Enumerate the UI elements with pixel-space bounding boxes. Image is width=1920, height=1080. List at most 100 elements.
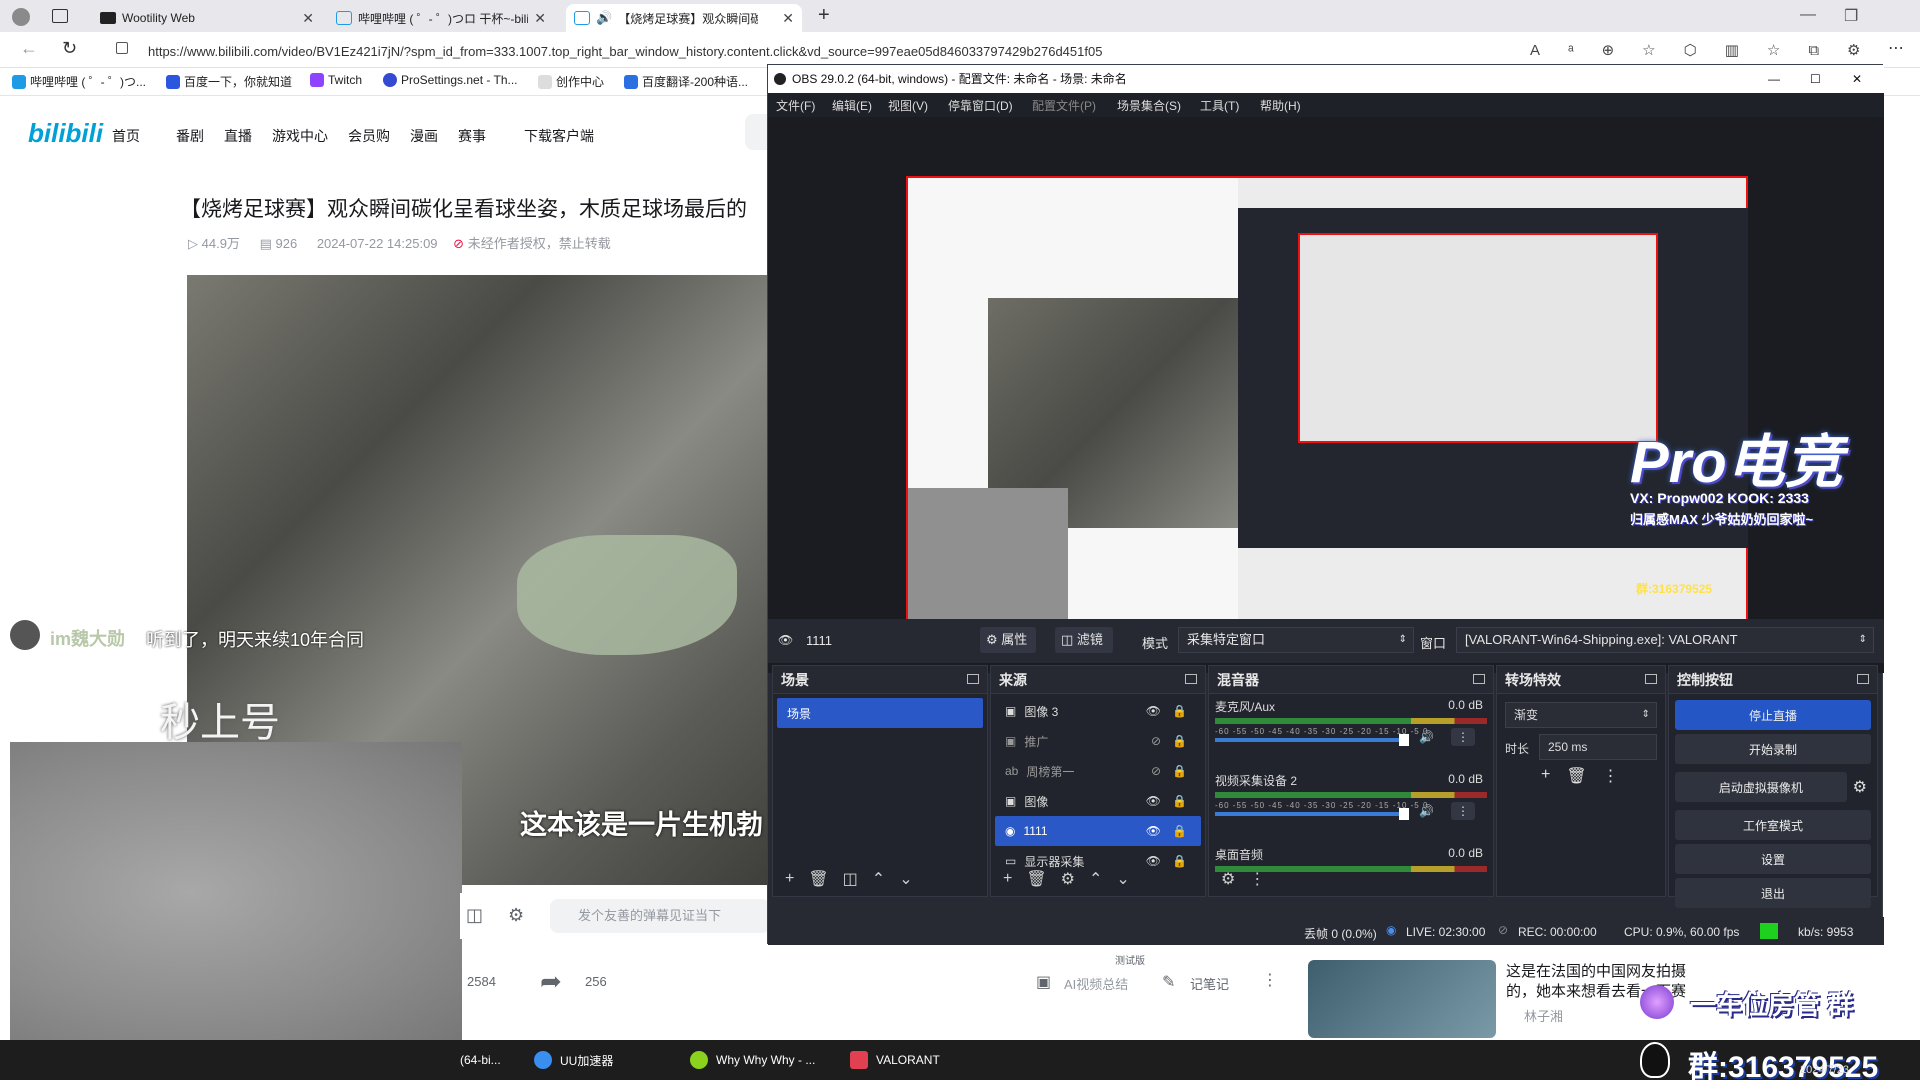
- lock-icon[interactable]: 🔒: [1172, 704, 1187, 718]
- mixer-settings-icon[interactable]: ⚙: [1221, 869, 1235, 889]
- lock-icon[interactable]: 🔒: [1172, 764, 1187, 778]
- scene-item[interactable]: 场景: [777, 698, 983, 728]
- undock-icon[interactable]: [1185, 674, 1197, 684]
- bookmark-twitch[interactable]: Twitch: [310, 73, 362, 87]
- visibility-eye-icon[interactable]: 👁: [1146, 824, 1161, 838]
- source-item[interactable]: ▣ 图像 3 👁 🔒: [995, 696, 1201, 726]
- start-virtual-camera-button[interactable]: 启动虚拟摄像机: [1675, 772, 1847, 802]
- tab-actions-icon[interactable]: [52, 9, 68, 23]
- scene-filters-icon[interactable]: ◫: [843, 869, 858, 889]
- tab-bilibili-home[interactable]: 哔哩哔哩 ( ゜- ゜)つロ 干杯~-bilil ✕: [328, 4, 554, 32]
- recommended-thumbnail[interactable]: [1308, 960, 1496, 1038]
- close-tab-icon[interactable]: ✕: [782, 10, 794, 27]
- add-source-icon[interactable]: +: [1003, 870, 1012, 888]
- taskbar-music[interactable]: Why Why Why - ...: [682, 1040, 823, 1080]
- site-info-icon[interactable]: [116, 42, 128, 54]
- remove-transition-icon[interactable]: 🗑: [1566, 766, 1586, 786]
- bookmark-creator-center[interactable]: 创作中心: [538, 73, 604, 90]
- coin-count[interactable]: 2584: [467, 974, 496, 989]
- remove-scene-icon[interactable]: 🗑: [808, 869, 828, 889]
- filters-button[interactable]: ◫ 滤镜: [1055, 627, 1113, 653]
- lock-icon[interactable]: 🔒: [1172, 734, 1187, 748]
- speaker-icon[interactable]: 🔊: [1419, 804, 1434, 818]
- nav-esports[interactable]: 赛事: [458, 126, 486, 146]
- nav-download-client[interactable]: 下载客户端: [524, 126, 594, 146]
- nav-manga[interactable]: 漫画: [410, 126, 438, 146]
- source-item[interactable]: ab 周榜第一 ⊘ 🔒: [995, 756, 1201, 786]
- audio-playing-icon[interactable]: 🔊: [596, 10, 612, 26]
- bookmark-prosettings[interactable]: ProSettings.net - Th...: [383, 73, 518, 87]
- bookmark-bilibili[interactable]: 哔哩哔哩 ( ゜- ゜)つ...: [12, 73, 146, 90]
- move-down-icon[interactable]: ⌄: [899, 869, 912, 889]
- taskbar-uu-accelerator[interactable]: UU加速器: [526, 1040, 621, 1080]
- more-menu-icon[interactable]: ⋯: [1888, 38, 1904, 58]
- share-icon[interactable]: ➦: [540, 966, 562, 997]
- source-item[interactable]: ▣ 图像 👁 🔒: [995, 786, 1201, 816]
- duration-input[interactable]: 250 ms: [1539, 734, 1657, 760]
- obs-close-icon[interactable]: ✕: [1852, 65, 1862, 93]
- visibility-eye-icon[interactable]: 👁: [1146, 794, 1161, 808]
- settings-button[interactable]: 设置: [1675, 844, 1871, 874]
- bookmark-baidu-translate[interactable]: 百度翻译-200种语...: [624, 73, 748, 90]
- obs-minimize-icon[interactable]: —: [1768, 65, 1780, 93]
- menu-scene-collection[interactable]: 场景集合(S): [1117, 97, 1181, 114]
- mixer-menu-icon[interactable]: ⋮: [1249, 869, 1265, 889]
- recommended-title-1[interactable]: 这是在法国的中国网友拍摄: [1506, 960, 1686, 981]
- back-icon[interactable]: ←: [20, 38, 38, 59]
- recommended-author[interactable]: 林子湘: [1524, 1006, 1563, 1025]
- add-scene-icon[interactable]: +: [785, 870, 794, 888]
- hidden-eye-icon[interactable]: ⊘: [1151, 764, 1161, 778]
- nav-anime[interactable]: 番剧: [176, 126, 204, 146]
- lock-icon[interactable]: 🔒: [1172, 824, 1187, 838]
- volume-slider[interactable]: [1215, 808, 1409, 820]
- browser-toolbar-icons[interactable]: Aᵃ⊕☆⬡▥☆⧉⚙: [1530, 41, 1888, 59]
- hidden-eye-icon[interactable]: ⊘: [1151, 734, 1161, 748]
- nav-home[interactable]: 首页: [112, 126, 140, 146]
- menu-docks[interactable]: 停靠窗口(D): [948, 97, 1013, 114]
- start-recording-button[interactable]: 开始录制: [1675, 734, 1871, 764]
- source-item[interactable]: ▣ 推广 ⊘ 🔒: [995, 726, 1201, 756]
- notes-button[interactable]: 记笔记: [1190, 974, 1229, 993]
- move-down-icon[interactable]: ⌄: [1116, 869, 1129, 889]
- taskbar-valorant[interactable]: VALORANT: [842, 1040, 948, 1080]
- danmu-toggle-icon[interactable]: ◫: [466, 905, 483, 926]
- ai-summary-button[interactable]: AI视频总结: [1064, 974, 1128, 993]
- menu-tools[interactable]: 工具(T): [1200, 97, 1239, 114]
- bilibili-logo[interactable]: bilibili: [28, 118, 103, 149]
- url-input[interactable]: https://www.bilibili.com/video/BV1Ez421i…: [148, 40, 1102, 64]
- source-properties-icon[interactable]: ⚙: [1061, 869, 1075, 889]
- nav-shop[interactable]: 会员购: [348, 126, 390, 146]
- bookmark-baidu[interactable]: 百度一下，你就知道: [166, 73, 292, 90]
- mode-select[interactable]: 采集特定窗口 ⇕: [1178, 627, 1414, 653]
- ai-summary-icon[interactable]: ▣: [1036, 972, 1051, 992]
- stop-streaming-button[interactable]: 停止直播: [1675, 700, 1871, 730]
- menu-file[interactable]: 文件(F): [776, 97, 815, 114]
- tab-bilibili-video[interactable]: 🔊 【烧烤足球赛】观众瞬间碳... ✕: [566, 4, 802, 32]
- exit-button[interactable]: 退出: [1675, 878, 1871, 908]
- menu-edit[interactable]: 编辑(E): [832, 97, 872, 114]
- more-icon[interactable]: ⋮: [1262, 970, 1278, 990]
- channel-menu-icon[interactable]: ⋮: [1451, 728, 1475, 746]
- nav-live[interactable]: 直播: [224, 126, 252, 146]
- tab-wootility[interactable]: Wootility Web ✕: [92, 4, 322, 32]
- speaker-icon[interactable]: 🔊: [1419, 730, 1434, 744]
- undock-icon[interactable]: [1857, 674, 1869, 684]
- transition-menu-icon[interactable]: ⋮: [1603, 766, 1619, 786]
- notes-icon[interactable]: ✎: [1162, 972, 1175, 992]
- channel-menu-icon[interactable]: ⋮: [1451, 802, 1475, 820]
- source-item[interactable]: ◉ 1111 👁 🔒: [995, 816, 1201, 846]
- move-up-icon[interactable]: ⌃: [872, 869, 885, 889]
- virtual-camera-settings-icon[interactable]: ⚙: [1853, 777, 1867, 797]
- profile-avatar-icon[interactable]: [12, 8, 30, 26]
- volume-slider[interactable]: [1215, 734, 1409, 746]
- transition-select[interactable]: 渐变 ⇕: [1505, 702, 1657, 728]
- move-up-icon[interactable]: ⌃: [1089, 869, 1102, 889]
- menu-view[interactable]: 视图(V): [888, 97, 928, 114]
- danmu-settings-icon[interactable]: ⚙: [508, 905, 524, 926]
- visibility-eye-icon[interactable]: 👁: [1146, 704, 1161, 718]
- danmu-input[interactable]: 发个友善的弹幕见证当下: [550, 899, 770, 933]
- lock-icon[interactable]: 🔒: [1172, 794, 1187, 808]
- close-tab-icon[interactable]: ✕: [302, 10, 314, 27]
- undock-icon[interactable]: [1645, 674, 1657, 684]
- menu-help[interactable]: 帮助(H): [1260, 97, 1301, 114]
